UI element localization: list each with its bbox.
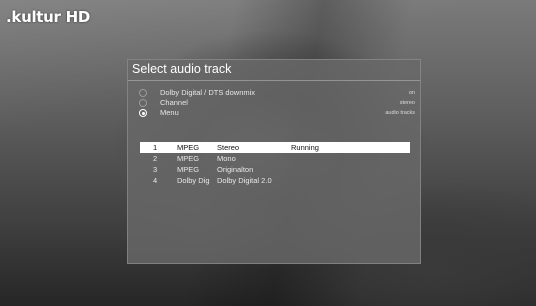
dialog-title: Select audio track [132, 62, 232, 76]
option-value: on [408, 90, 415, 96]
option-value: audio tracks [385, 110, 415, 116]
option-value: stereo [399, 100, 415, 106]
track-codec: MPEG [177, 165, 200, 174]
option-menu[interactable]: Menu audio tracks [139, 108, 415, 118]
option-label: Menu [160, 108, 179, 117]
radio-selected-icon[interactable] [139, 109, 147, 117]
radio-icon[interactable] [139, 89, 147, 97]
track-description: Dolby Digital 2.0 [217, 176, 272, 185]
track-row-4[interactable]: 4 Dolby Dig Dolby Digital 2.0 [140, 175, 410, 186]
track-codec: MPEG [177, 143, 200, 152]
track-number: 3 [153, 165, 158, 174]
track-description: Stereo [217, 143, 240, 152]
option-channel[interactable]: Channel stereo [139, 98, 415, 108]
track-row-2[interactable]: 2 MPEG Mono [140, 153, 410, 164]
track-codec: Dolby Dig [177, 176, 210, 185]
track-row-3[interactable]: 3 MPEG Originalton [140, 164, 410, 175]
option-label: Dolby Digital / DTS downmix [160, 88, 256, 97]
track-number: 4 [153, 176, 158, 185]
channel-logo: .kultur HD [6, 8, 90, 26]
title-divider [128, 80, 420, 81]
track-number: 1 [153, 143, 158, 152]
track-description: Mono [217, 154, 236, 163]
track-row-1[interactable]: 1 MPEG Stereo Running [140, 142, 410, 153]
option-label: Channel [160, 98, 188, 107]
track-number: 2 [153, 154, 158, 163]
track-codec: MPEG [177, 154, 200, 163]
track-status: Running [291, 143, 319, 152]
audio-track-dialog: Select audio track Dolby Digital / DTS d… [127, 59, 421, 264]
track-description: Originalton [217, 165, 254, 174]
radio-icon[interactable] [139, 99, 147, 107]
tv-screen: .kultur HD Select audio track Dolby Digi… [0, 0, 536, 306]
option-downmix[interactable]: Dolby Digital / DTS downmix on [139, 88, 415, 98]
